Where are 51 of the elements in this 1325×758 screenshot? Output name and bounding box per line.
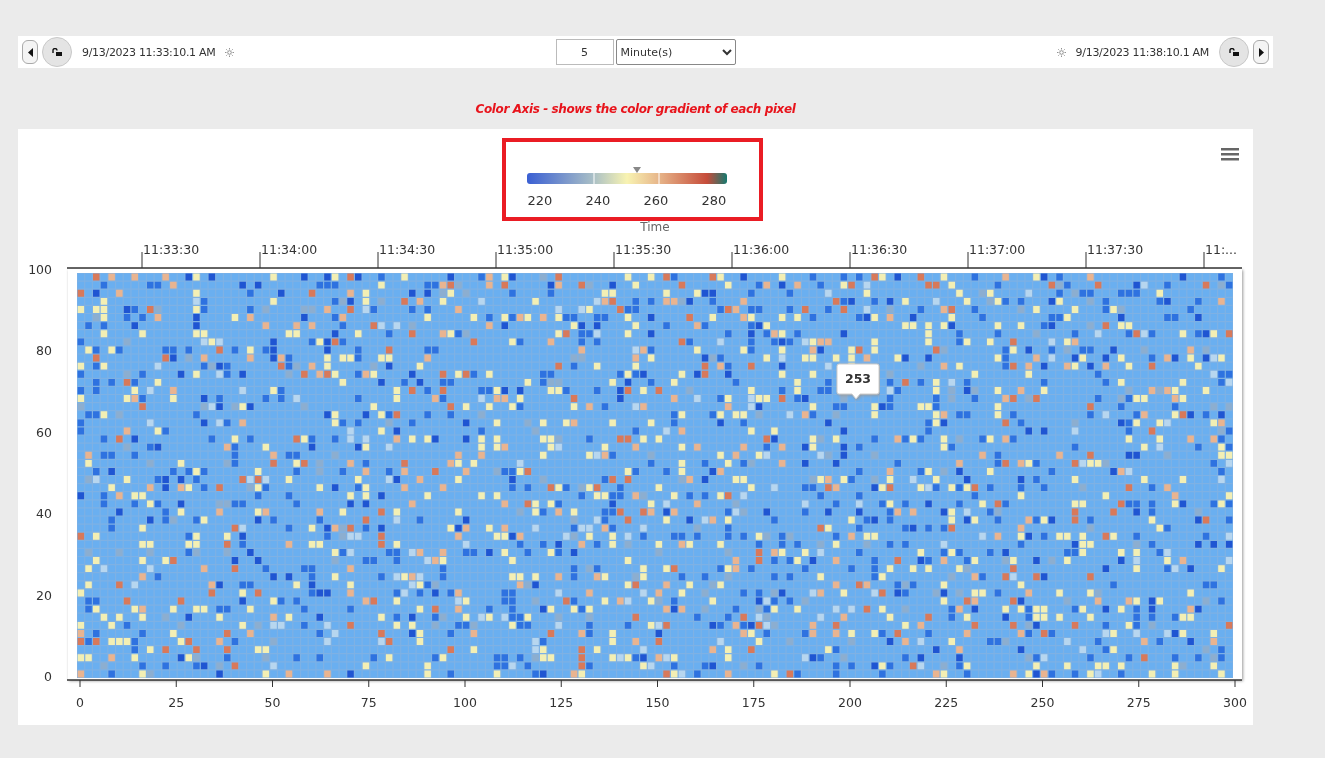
color-scale-label: 240 bbox=[585, 193, 611, 208]
x-tick-label: 200 bbox=[838, 695, 862, 710]
y-tick-label: 80 bbox=[36, 343, 52, 359]
x-tick-label: 300 bbox=[1223, 695, 1247, 710]
x-tick-label: 75 bbox=[360, 695, 377, 710]
duration-field[interactable]: 5 bbox=[555, 39, 614, 65]
tooltip-value: 253 bbox=[844, 371, 872, 386]
padlock-icon bbox=[1229, 48, 1239, 56]
time-tick-label: 11:35:30 bbox=[615, 242, 672, 257]
sun-icon bbox=[225, 47, 235, 57]
y-tick-label: 100 bbox=[28, 262, 52, 277]
x-tick-label: 50 bbox=[264, 695, 281, 710]
x-tick-label: 150 bbox=[645, 695, 670, 710]
previous-button[interactable] bbox=[22, 40, 38, 64]
y-tick-label: 20 bbox=[36, 587, 52, 603]
start-time: 9/13/2023 11:33:10.1 AM bbox=[82, 45, 216, 59]
time-tick-label: 11:33:30 bbox=[143, 242, 200, 257]
time-tick-label: 11:35:00 bbox=[497, 242, 554, 257]
menu-icon[interactable] bbox=[1221, 148, 1239, 161]
time-tick-label: 11:37:00 bbox=[969, 242, 1026, 257]
x-tick-label: 275 bbox=[1126, 695, 1151, 710]
unit-dropdown[interactable]: Minute(s) bbox=[615, 39, 736, 65]
time-tick-label: 11:36:00 bbox=[733, 242, 790, 257]
x-tick-label: 250 bbox=[1030, 695, 1055, 710]
padlock-button[interactable] bbox=[42, 37, 72, 67]
x-tick-label: 175 bbox=[741, 695, 766, 710]
right-triangle-icon bbox=[1258, 47, 1264, 57]
color-scale-label: 280 bbox=[701, 193, 727, 208]
axis-title: Time bbox=[640, 220, 670, 234]
left-triangle-icon bbox=[27, 47, 33, 57]
time-tick-label: 11:34:30 bbox=[379, 242, 436, 257]
next-button[interactable] bbox=[1253, 40, 1269, 64]
end-time: 9/13/2023 11:38:10.1 AM bbox=[1075, 45, 1209, 59]
x-tick-label: 100 bbox=[453, 695, 477, 710]
time-tick-label: 11:36:30 bbox=[851, 242, 908, 257]
y-tick-label: 40 bbox=[36, 506, 52, 522]
padlock-icon bbox=[52, 48, 62, 56]
color-scale-label: 260 bbox=[643, 193, 669, 208]
time-tick-label: 11:... bbox=[1205, 242, 1238, 257]
padlock-button[interactable] bbox=[1219, 37, 1249, 67]
caption: Color Axis - shows the color gradient of each pixel bbox=[475, 102, 796, 116]
time-tick-label: 11:34:00 bbox=[261, 242, 318, 257]
time-tick-label: 11:37:30 bbox=[1087, 242, 1144, 257]
x-tick-label: 0 bbox=[76, 695, 84, 710]
x-tick-label: 125 bbox=[549, 695, 574, 710]
x-tick-label: 25 bbox=[168, 695, 185, 710]
sun-icon bbox=[1056, 47, 1066, 57]
x-tick-label: 225 bbox=[934, 695, 959, 710]
y-tick-label: 60 bbox=[36, 424, 52, 440]
y-tick-label: 0 bbox=[44, 669, 52, 684]
color-scale-label: 220 bbox=[527, 193, 553, 208]
